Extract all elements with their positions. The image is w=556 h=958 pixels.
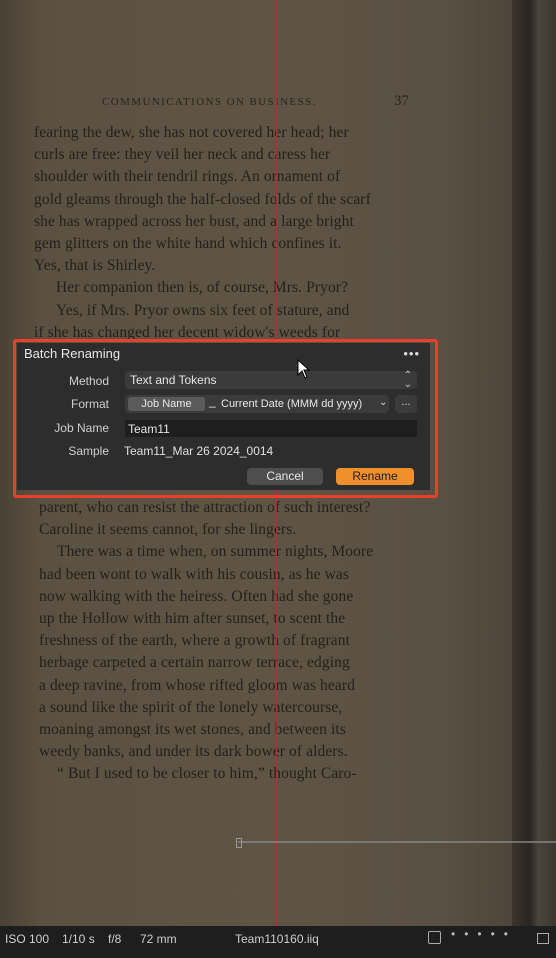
book-text-line: Caroline it seems cannot, for she linger… (39, 521, 297, 539)
rating-dots-icon[interactable]: ••••• (451, 927, 517, 941)
format-more-button[interactable]: ... (395, 395, 417, 413)
book-text-line: she has wrapped across her bust, and a l… (34, 212, 354, 230)
book-text-line: fearing the dew, she has not covered her… (34, 124, 349, 141)
book-text-line: a deep ravine, from whose rifted gloom w… (39, 676, 355, 694)
cancel-button[interactable]: Cancel (247, 468, 323, 485)
status-bar: ISO 100 1/10 s f/8 72 mm Team110160.iiq … (0, 926, 556, 958)
method-select[interactable]: Text and Tokens ⌃ ⌄ (125, 370, 417, 390)
sample-value: Team11_Mar 26 2024_0014 (124, 444, 274, 458)
running-head: COMMUNICATIONS ON BUSINESS. (102, 96, 317, 108)
book-text-line: had been wont to walk with his cousin, a… (39, 565, 350, 583)
method-label: Method (68, 374, 109, 388)
job-name-input[interactable]: Team11 (125, 420, 417, 437)
checkbox-icon[interactable] (428, 931, 441, 944)
aperture-value: f/8 (108, 932, 122, 946)
image-viewer[interactable]: COMMUNICATIONS ON BUSINESS. 37 fearing t… (0, 0, 556, 926)
book-text-line: now walking with the heiress. Often had … (39, 587, 354, 605)
dialog-title: Batch Renaming (24, 346, 121, 361)
token-separator: _ (209, 394, 216, 408)
more-options-icon[interactable]: ••• (403, 346, 420, 361)
mouse-pointer-icon (297, 359, 311, 379)
book-text-line: Her companion then is, of course, Mrs. P… (56, 279, 349, 297)
filename: Team110160.iiq (235, 932, 319, 946)
book-text-line: “ But I used to be closer to him,” thoug… (57, 765, 357, 783)
book-text-line: up the Hollow with him after sunset, to … (39, 610, 346, 627)
iso-value: ISO 100 (5, 932, 50, 946)
book-text-line: Yes, if Mrs. Pryor owns six feet of stat… (56, 301, 350, 319)
batch-renaming-dialog: Batch Renaming ••• Method Text and Token… (17, 343, 430, 490)
token-current-date[interactable]: Current Date (MMM dd yyyy) (217, 397, 389, 411)
book-text-line: a sound like the spirit of the lonely wa… (39, 698, 343, 716)
up-down-chevron-icon: ⌃ ⌄ (403, 370, 412, 390)
sample-label: Sample (68, 444, 109, 458)
page-number: 37 (394, 93, 409, 109)
focal-length-value: 72 mm (140, 932, 177, 946)
job-name-label: Job Name (54, 421, 109, 435)
color-tag-icon[interactable] (537, 933, 549, 944)
book-text-line: moaning amongst its wet stones, and betw… (39, 721, 346, 738)
chevron-down-icon[interactable]: ⌄ (379, 397, 387, 408)
book-text-line: shoulder with their tendril rings. An or… (34, 168, 341, 186)
rename-button[interactable]: Rename (336, 468, 414, 485)
book-text-line: parent, who can resist the attraction of… (39, 499, 371, 516)
book-text-line: herbage carpeted a certain narrow terrac… (39, 654, 350, 672)
guide-handle[interactable] (236, 838, 242, 848)
book-text-line: weedy banks, and under its dark bower of… (39, 743, 348, 761)
token-current-date-label: Current Date (MMM dd yyyy) (221, 398, 363, 410)
job-name-value: Team11 (128, 422, 170, 436)
book-text-line: There was a time when, on summer nights,… (57, 543, 374, 561)
format-label: Format (70, 397, 109, 411)
token-job-name-label: Job Name (141, 398, 192, 410)
book-text-line: Yes, that is Shirley. (34, 257, 156, 275)
format-token-field[interactable]: Job Name _ Current Date (MMM dd yyyy) ⌄ (125, 394, 389, 413)
method-value: Text and Tokens (130, 373, 217, 387)
token-job-name[interactable]: Job Name (128, 397, 205, 411)
book-text-line: gold gleams through the half-closed fold… (34, 190, 371, 208)
book-text-line: curls are free: they veil her neck and c… (34, 146, 331, 164)
book-text-line: gem glitters on the white hand which con… (34, 235, 342, 252)
shutter-value: 1/10 s (62, 932, 95, 946)
book-text-line: freshness of the earth, where a growth o… (39, 632, 350, 650)
horizontal-guide-line[interactable] (238, 841, 556, 843)
